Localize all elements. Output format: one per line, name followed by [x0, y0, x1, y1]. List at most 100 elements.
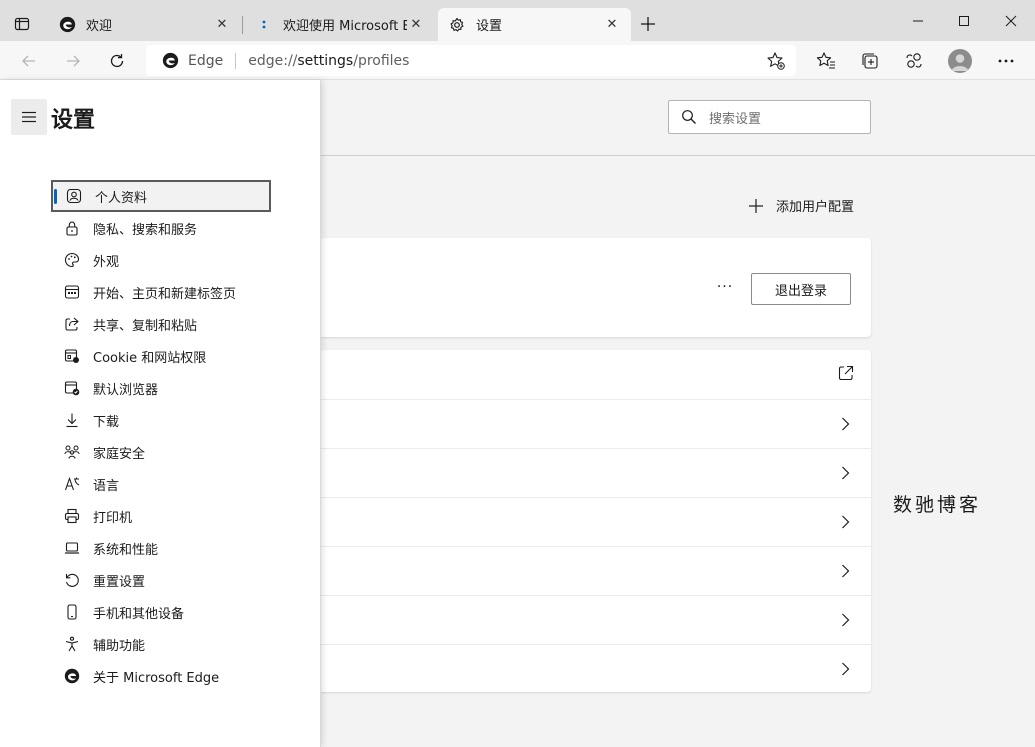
edge-logo-icon — [64, 668, 80, 684]
close-tab-icon[interactable]: ✕ — [213, 16, 231, 34]
chevron-right-icon — [837, 514, 853, 530]
close-tab-icon[interactable]: ✕ — [407, 16, 425, 34]
address-bar[interactable]: Edge edge://settings/profiles — [146, 45, 796, 76]
search-input[interactable]: 搜索设置 — [668, 100, 871, 134]
address-divider — [235, 52, 237, 69]
list-item[interactable] — [300, 448, 871, 497]
sidebar-item-default-browser[interactable]: 默认浏览器 — [51, 372, 271, 404]
sidebar-item-label: 家庭安全 — [93, 446, 146, 462]
gear-icon — [448, 16, 466, 34]
profile-more-button[interactable]: ··· — [714, 279, 736, 295]
tab-welcome-edge[interactable]: 欢迎使用 Microsoft Edge ✕ — [245, 8, 435, 41]
page-favicon-icon — [255, 16, 273, 34]
extensions-icon[interactable] — [902, 49, 926, 73]
profile-icon — [66, 188, 82, 204]
settings-sidebar: 设置 个人资料 隐私、搜索和服务 外观 开始、主页和新建标签页 共享、复制和粘贴… — [0, 80, 321, 747]
list-item[interactable] — [300, 546, 871, 595]
lock-icon — [64, 220, 80, 236]
sidebar-item-label: 手机和其他设备 — [93, 606, 185, 622]
sidebar-item-accessibility[interactable]: 辅助功能 — [51, 628, 271, 660]
share-icon — [64, 316, 80, 332]
sidebar-item-label: 关于 Microsoft Edge — [93, 670, 220, 686]
close-window-icon[interactable] — [988, 8, 1034, 34]
palette-icon — [64, 252, 80, 268]
sidebar-item-start-home[interactable]: 开始、主页和新建标签页 — [51, 276, 271, 308]
minimize-icon[interactable] — [895, 8, 941, 34]
hamburger-menu-button[interactable] — [11, 99, 47, 135]
refresh-icon[interactable] — [104, 48, 130, 74]
sidebar-item-label: 重置设置 — [93, 574, 146, 590]
url-host: settings — [297, 52, 354, 69]
edge-logo-icon — [162, 52, 180, 70]
collections-icon[interactable] — [858, 49, 882, 73]
reset-icon — [64, 572, 80, 588]
site-permissions-icon — [64, 348, 80, 364]
sidebar-item-languages[interactable]: 语言 — [51, 468, 271, 500]
chevron-right-icon — [837, 563, 853, 579]
sign-out-button[interactable]: 退出登录 — [751, 273, 851, 305]
sidebar-item-appearance[interactable]: 外观 — [51, 244, 271, 276]
sidebar-item-system[interactable]: 系统和性能 — [51, 532, 271, 564]
sidebar-item-label: 系统和性能 — [93, 542, 159, 558]
sidebar-item-share[interactable]: 共享、复制和粘贴 — [51, 308, 271, 340]
sidebar-item-label: 外观 — [93, 254, 120, 270]
add-favorite-icon[interactable] — [766, 51, 786, 71]
laptop-icon — [64, 540, 80, 556]
family-icon — [64, 444, 80, 460]
avatar[interactable] — [948, 49, 972, 73]
sidebar-item-label: 下载 — [93, 414, 120, 430]
sidebar-item-label: 语言 — [93, 478, 120, 494]
tab-separator — [242, 16, 243, 34]
add-profile-label: 添加用户配置 — [776, 200, 855, 215]
list-item[interactable] — [300, 595, 871, 644]
browser-toolbar: Edge edge://settings/profiles — [0, 41, 1035, 80]
sidebar-item-label: 个人资料 — [95, 190, 148, 206]
list-item[interactable] — [300, 350, 871, 399]
sidebar-item-label: 默认浏览器 — [93, 382, 159, 398]
url-text: edge://settings/profiles — [248, 53, 409, 69]
maximize-icon[interactable] — [941, 8, 987, 34]
profile-settings-list — [300, 350, 871, 692]
sidebar-item-profiles[interactable]: 个人资料 — [51, 180, 271, 212]
printer-icon — [64, 508, 80, 524]
download-icon — [64, 412, 80, 428]
sidebar-item-cookies[interactable]: Cookie 和网站权限 — [51, 340, 271, 372]
search-placeholder: 搜索设置 — [709, 111, 762, 127]
chevron-right-icon — [837, 661, 853, 677]
plus-icon — [748, 198, 764, 214]
chevron-right-icon — [837, 465, 853, 481]
sidebar-item-printers[interactable]: 打印机 — [51, 500, 271, 532]
tab-title: 设置 — [476, 19, 503, 34]
new-tab-button[interactable] — [637, 13, 659, 35]
forward-icon[interactable] — [60, 48, 86, 74]
more-options-icon[interactable] — [994, 49, 1018, 73]
tab-actions-icon[interactable] — [10, 12, 34, 36]
list-item[interactable] — [300, 644, 871, 693]
back-icon[interactable] — [16, 48, 42, 74]
tab-settings[interactable]: 设置 ✕ — [438, 8, 631, 41]
sidebar-item-downloads[interactable]: 下载 — [51, 404, 271, 436]
sidebar-item-privacy[interactable]: 隐私、搜索和服务 — [51, 212, 271, 244]
sidebar-item-about[interactable]: 关于 Microsoft Edge — [51, 660, 271, 692]
tab-bar: 欢迎 ✕ 欢迎使用 Microsoft Edge ✕ 设置 ✕ — [0, 0, 1035, 41]
sidebar-item-label: 共享、复制和粘贴 — [93, 318, 198, 334]
tab-welcome[interactable]: 欢迎 ✕ — [48, 8, 241, 41]
edge-logo-icon — [58, 16, 76, 34]
sidebar-item-family[interactable]: 家庭安全 — [51, 436, 271, 468]
add-profile-button[interactable]: 添加用户配置 — [748, 196, 854, 215]
language-icon — [64, 476, 80, 492]
list-item[interactable] — [300, 399, 871, 448]
chevron-right-icon — [837, 416, 853, 432]
tab-title: 欢迎 — [86, 19, 113, 34]
sidebar-item-reset[interactable]: 重置设置 — [51, 564, 271, 596]
sidebar-item-label: 打印机 — [93, 510, 133, 526]
url-path: /profiles — [353, 52, 410, 69]
external-link-icon — [837, 364, 855, 382]
sidebar-item-phone[interactable]: 手机和其他设备 — [51, 596, 271, 628]
page-title: 设置 — [51, 108, 96, 133]
close-tab-icon[interactable]: ✕ — [603, 16, 621, 34]
url-prefix: edge:// — [248, 52, 298, 69]
list-item[interactable] — [300, 497, 871, 546]
chevron-right-icon — [837, 612, 853, 628]
favorites-icon[interactable] — [814, 49, 838, 73]
